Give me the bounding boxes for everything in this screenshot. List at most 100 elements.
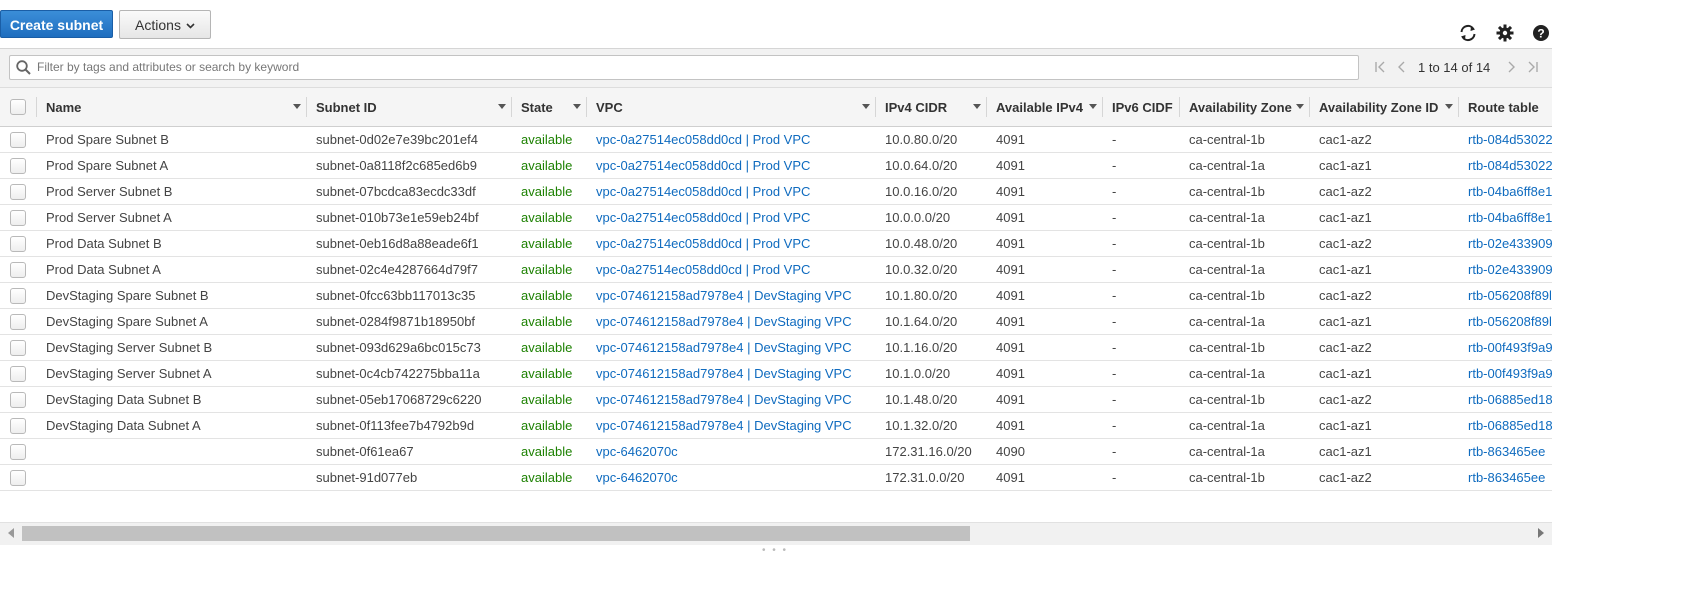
create-subnet-button[interactable]: Create subnet (0, 10, 113, 38)
cell-route-table-link[interactable]: rtb-00f493f9a9 (1468, 366, 1552, 381)
row-checkbox[interactable] (10, 365, 26, 382)
cell-vpc-link[interactable]: vpc-074612158ad7978e4 | DevStaging VPC (596, 314, 852, 329)
cell-state: available (521, 210, 573, 225)
help-icon[interactable]: ? (1530, 22, 1552, 44)
cell-vpc-link[interactable]: vpc-0a27514ec058dd0cd | Prod VPC (596, 158, 810, 173)
table-row[interactable]: Prod Spare Subnet B subnet-0d02e7e39bc201… (0, 126, 1552, 153)
table-row[interactable]: DevStaging Spare Subnet B subnet-0fcc63bb… (0, 282, 1552, 309)
column-header-state[interactable]: State (512, 88, 587, 127)
cell-vpc-link[interactable]: vpc-6462070c (596, 470, 678, 485)
column-header-route-table[interactable]: Route table (1459, 88, 1552, 127)
column-header-availability-zone[interactable]: Availability Zone (1180, 88, 1310, 127)
cell-route-table-link[interactable]: rtb-04ba6ff8e1 (1468, 210, 1552, 225)
column-header-subnet-id[interactable]: Subnet ID (307, 88, 512, 127)
cell-vpc-link[interactable]: vpc-074612158ad7978e4 | DevStaging VPC (596, 288, 852, 303)
cell-ipv6-cidr: - (1103, 126, 1180, 153)
column-header-ipv6-cidr[interactable]: IPv6 CIDF (1103, 88, 1180, 127)
scroll-right-icon[interactable] (1538, 528, 1544, 538)
gear-icon[interactable] (1494, 22, 1516, 44)
cell-route-table-link[interactable]: rtb-084d53022 (1468, 158, 1552, 173)
row-checkbox[interactable] (10, 209, 26, 226)
sort-icon[interactable] (498, 104, 506, 109)
cell-name (37, 464, 307, 491)
cell-name: Prod Server Subnet B (46, 184, 173, 199)
cell-route-table-link[interactable]: rtb-863465ee (1468, 444, 1545, 459)
cell-vpc-link[interactable]: vpc-0a27514ec058dd0cd | Prod VPC (596, 262, 810, 277)
sort-icon[interactable] (973, 104, 981, 109)
table-row[interactable]: Prod Data Subnet A subnet-02c4e4287664d79… (0, 256, 1552, 283)
next-page-icon[interactable] (1503, 59, 1519, 75)
row-checkbox[interactable] (10, 287, 26, 304)
column-label: Name (46, 99, 82, 115)
cell-route-table-link[interactable]: rtb-056208f89l (1468, 288, 1552, 303)
cell-vpc-link[interactable]: vpc-074612158ad7978e4 | DevStaging VPC (596, 418, 852, 433)
table-row[interactable]: Prod Server Subnet B subnet-07bcdca83ecdc… (0, 178, 1552, 205)
cell-route-table-link[interactable]: rtb-056208f89l (1468, 314, 1552, 329)
sort-icon[interactable] (573, 104, 581, 109)
row-checkbox[interactable] (10, 417, 26, 434)
column-header-availability-zone-id[interactable]: Availability Zone ID (1310, 88, 1459, 127)
column-header-ipv4-cidr[interactable]: IPv4 CIDR (876, 88, 987, 127)
sort-icon[interactable] (1445, 104, 1453, 109)
cell-vpc-link[interactable]: vpc-074612158ad7978e4 | DevStaging VPC (596, 340, 852, 355)
table-row[interactable]: DevStaging Server Subnet A subnet-0c4cb74… (0, 360, 1552, 387)
cell-vpc-link[interactable]: vpc-0a27514ec058dd0cd | Prod VPC (596, 210, 810, 225)
cell-availability-zone-id: cac1-az1 (1319, 418, 1372, 433)
first-page-icon[interactable] (1372, 59, 1388, 75)
horizontal-scrollbar[interactable] (0, 522, 1552, 545)
column-header-available-ipv4[interactable]: Available IPv4 (987, 88, 1103, 127)
cell-vpc-link[interactable]: vpc-0a27514ec058dd0cd | Prod VPC (596, 236, 810, 251)
scroll-left-icon[interactable] (8, 528, 14, 538)
cell-route-table-link[interactable]: rtb-06885ed18 (1468, 392, 1552, 407)
row-checkbox[interactable] (10, 131, 26, 148)
row-checkbox[interactable] (10, 443, 26, 460)
table-row[interactable]: DevStaging Data Subnet A subnet-0f113fee7… (0, 412, 1552, 439)
last-page-icon[interactable] (1525, 59, 1541, 75)
refresh-icon[interactable] (1457, 22, 1479, 44)
sort-icon[interactable] (1089, 104, 1097, 109)
column-header-name[interactable]: Name (37, 88, 307, 127)
table-row[interactable]: DevStaging Server Subnet B subnet-093d629… (0, 334, 1552, 361)
row-checkbox[interactable] (10, 183, 26, 200)
cell-route-table-link[interactable]: rtb-02e433909 (1468, 262, 1552, 277)
cell-name: DevStaging Data Subnet A (37, 412, 307, 439)
table-row[interactable]: DevStaging Data Subnet B subnet-05eb17068… (0, 386, 1552, 413)
cell-route-table-link[interactable]: rtb-02e433909 (1468, 236, 1552, 251)
cell-route-table-link[interactable]: rtb-084d53022 (1468, 132, 1552, 147)
table-row[interactable]: Prod Spare Subnet A subnet-0a8118f2c685ed… (0, 152, 1552, 179)
cell-route-table-link[interactable]: rtb-06885ed18 (1468, 418, 1552, 433)
cell-route-table-link[interactable]: rtb-04ba6ff8e1 (1468, 184, 1552, 199)
sort-icon[interactable] (293, 104, 301, 109)
table-row[interactable]: subnet-91d077eb available vpc-6462070c 172.… (0, 464, 1552, 491)
previous-page-icon[interactable] (1394, 59, 1410, 75)
table-row[interactable]: Prod Data Subnet B subnet-0eb16d8a88eade6… (0, 230, 1552, 257)
resize-handle-icon[interactable]: • • • (762, 545, 788, 556)
cell-available-ipv4: 4091 (996, 392, 1025, 407)
row-checkbox[interactable] (10, 339, 26, 356)
cell-route-table-link[interactable]: rtb-863465ee (1468, 470, 1545, 485)
sort-icon[interactable] (1296, 104, 1304, 109)
cell-ipv6-cidr: - (1112, 262, 1117, 277)
cell-vpc-link[interactable]: vpc-074612158ad7978e4 | DevStaging VPC (596, 366, 852, 381)
row-checkbox[interactable] (10, 391, 26, 408)
row-checkbox[interactable] (10, 235, 26, 252)
row-checkbox[interactable] (10, 157, 26, 174)
cell-vpc-link[interactable]: vpc-074612158ad7978e4 | DevStaging VPC (596, 392, 852, 407)
actions-dropdown-button[interactable]: Actions (119, 10, 211, 39)
cell-route-table-link[interactable]: rtb-00f493f9a9 (1468, 340, 1552, 355)
row-checkbox[interactable] (10, 261, 26, 278)
select-all-checkbox[interactable] (10, 99, 26, 115)
cell-vpc-link[interactable]: vpc-6462070c (596, 444, 678, 459)
row-checkbox[interactable] (10, 313, 26, 330)
table-row[interactable]: Prod Server Subnet A subnet-010b73e1e59eb… (0, 204, 1552, 231)
sort-icon[interactable] (862, 104, 870, 109)
cell-vpc-link[interactable]: vpc-0a27514ec058dd0cd | Prod VPC (596, 132, 810, 147)
table-row[interactable]: subnet-0f61ea67 available vpc-6462070c 172.… (0, 438, 1552, 465)
cell-vpc-link[interactable]: vpc-0a27514ec058dd0cd | Prod VPC (596, 184, 810, 199)
scrollbar-thumb[interactable] (22, 526, 970, 541)
cell-ipv6-cidr: - (1103, 334, 1180, 361)
table-row[interactable]: DevStaging Spare Subnet A subnet-0284f987… (0, 308, 1552, 335)
row-checkbox[interactable] (10, 469, 26, 486)
column-header-vpc[interactable]: VPC (587, 88, 876, 127)
search-input[interactable] (37, 58, 1347, 76)
